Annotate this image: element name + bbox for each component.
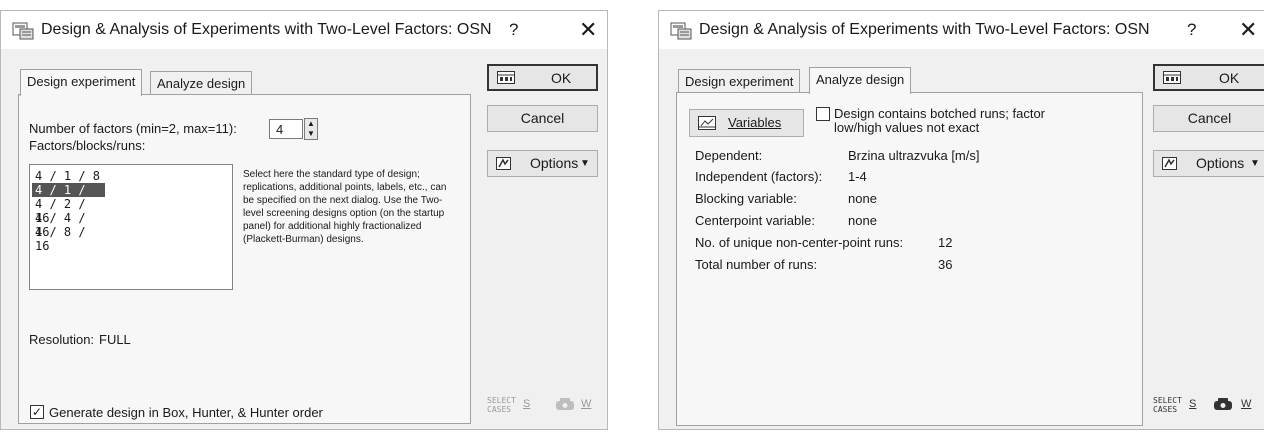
title-bar: Design & Analysis of Experiments with Tw… [659, 11, 1264, 49]
design-note: Select here the standard type of design;… [243, 169, 447, 245]
ok-button[interactable]: OK [487, 64, 598, 91]
cases-label: CASES [487, 405, 512, 414]
dependent-value: Brzina ultrazvuka [m/s] [848, 148, 980, 163]
unique-runs-value: 12 [938, 235, 953, 250]
ok-icon [497, 71, 515, 84]
help-button[interactable]: ? [1187, 20, 1196, 40]
num-factors-stepper[interactable]: ▲ ▼ [304, 118, 318, 140]
botched-runs-label: Design contains botched runs; factor [834, 106, 1046, 121]
list-item[interactable]: 4 / 8 / 16 [32, 225, 105, 253]
title-bar: Design & Analysis of Experiments with Tw… [1, 11, 607, 49]
dialog-title: Design & Analysis of Experiments with Tw… [699, 21, 1150, 38]
dropdown-arrow-icon: ▼ [1250, 158, 1260, 169]
cancel-button[interactable]: Cancel [487, 105, 598, 132]
select-cases-icon: SELECT CASES [1153, 396, 1182, 414]
select-label: SELECT [1153, 396, 1182, 405]
app-icon [12, 22, 34, 40]
select-label: SELECT [487, 396, 516, 405]
tab-design-experiment[interactable]: Design experiment [20, 69, 143, 96]
select-cases-button[interactable]: SELECT CASES S [487, 394, 535, 418]
help-button[interactable]: ? [509, 20, 518, 40]
dropdown-arrow-icon: ▼ [580, 158, 590, 169]
select-cases-button[interactable]: SELECT CASES S [1153, 394, 1199, 418]
weight-key: W [1241, 398, 1252, 410]
ok-icon [1163, 71, 1181, 84]
unique-runs-label: No. of unique non-center-point runs: [695, 235, 904, 250]
cases-label: CASES [1153, 405, 1178, 414]
stepper-down-icon[interactable]: ▼ [305, 129, 317, 139]
options-icon [1162, 157, 1177, 170]
resolution-label: Resolution: [29, 332, 95, 347]
ok-button[interactable]: OK [1153, 64, 1264, 91]
weight-key: W [581, 398, 592, 410]
options-button[interactable]: Options ▼ [1153, 150, 1264, 177]
resolution-value: FULL [99, 332, 131, 347]
close-button[interactable]: ✕ [1239, 17, 1257, 43]
doe-dialog-design: Design & Analysis of Experiments with Tw… [0, 10, 608, 430]
generate-bhh-checkbox[interactable]: ✓ [30, 405, 44, 419]
centerpoint-value: none [848, 213, 877, 228]
stepper-up-icon[interactable]: ▲ [305, 119, 317, 129]
options-icon [496, 157, 511, 170]
tab-panel: Number of factors (min=2, max=11): 4 ▲ ▼… [18, 94, 471, 424]
independent-value: 1-4 [848, 169, 867, 184]
blocking-label: Blocking variable: [695, 191, 797, 206]
select-cases-key: S [523, 398, 531, 410]
list-item-selected[interactable]: 4 / 1 / 16 [32, 183, 105, 211]
select-cases-key: S [1189, 398, 1197, 410]
tab-analyze-design[interactable]: Analyze design [809, 67, 912, 94]
dependent-label: Dependent: [695, 148, 763, 163]
options-button[interactable]: Options ▼ [487, 150, 598, 177]
list-item[interactable]: 4 / 1 / 8 [32, 169, 105, 183]
dialog-title: Design & Analysis of Experiments with Tw… [41, 21, 492, 38]
botched-runs-checkbox[interactable] [816, 107, 830, 121]
variables-icon [698, 116, 716, 130]
options-label: Options [1196, 155, 1245, 171]
app-icon [670, 22, 692, 40]
total-runs-label: Total number of runs: [695, 257, 818, 272]
close-button[interactable]: ✕ [579, 17, 597, 43]
variables-button[interactable]: Variables [689, 109, 804, 137]
options-label: Options [530, 155, 579, 171]
select-cases-icon: SELECT CASES [487, 396, 516, 414]
cancel-button[interactable]: Cancel [1153, 105, 1264, 132]
tab-panel: Variables Design contains botched runs; … [676, 92, 1143, 426]
generate-bhh-label: Generate design in Box, Hunter, & Hunter… [49, 405, 323, 420]
independent-label: Independent (factors): [695, 169, 823, 184]
tab-analyze-design[interactable]: Analyze design [150, 71, 253, 95]
variables-label: Variables [728, 115, 782, 130]
design-listbox[interactable]: 4 / 1 / 8 4 / 1 / 16 4 / 2 / 16 4 / 4 / … [29, 164, 233, 290]
doe-dialog-analyze: Design & Analysis of Experiments with Tw… [658, 10, 1264, 430]
ok-label: OK [1219, 70, 1240, 86]
factors-list-label: Factors/blocks/runs: [29, 138, 146, 153]
tab-design-experiment[interactable]: Design experiment [678, 69, 801, 93]
num-factors-label: Number of factors (min=2, max=11): [29, 121, 237, 136]
list-item[interactable]: 4 / 2 / 16 [32, 197, 105, 225]
botched-runs-label-2: low/high values not exact [834, 120, 980, 135]
weight-icon [1214, 398, 1232, 410]
weight-icon [556, 398, 574, 410]
weight-button[interactable]: W [553, 394, 599, 418]
blocking-value: none [848, 191, 877, 206]
num-factors-input[interactable]: 4 [269, 119, 303, 139]
total-runs-value: 36 [938, 257, 953, 272]
centerpoint-label: Centerpoint variable: [695, 213, 815, 228]
ok-label: OK [551, 70, 572, 86]
list-item[interactable]: 4 / 4 / 16 [32, 211, 105, 239]
weight-button[interactable]: W [1211, 394, 1261, 418]
